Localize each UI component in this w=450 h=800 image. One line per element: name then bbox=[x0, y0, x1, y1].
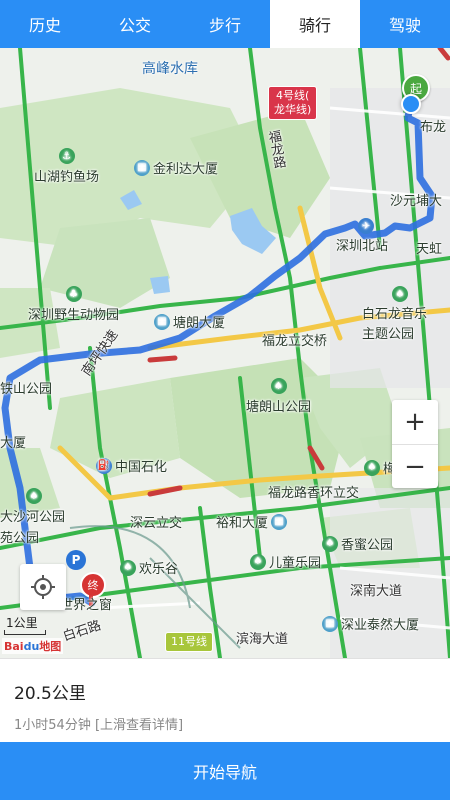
fishing-icon: ⚓ bbox=[58, 148, 75, 164]
train-station-icon: ✈ bbox=[358, 218, 374, 234]
poi-shenzhen-north: ✈ 深圳北站 bbox=[336, 218, 388, 254]
label-window-world: 世界之窗 bbox=[60, 598, 113, 613]
start-navigation-button[interactable]: 开始导航 bbox=[0, 742, 450, 800]
parking-icon: P bbox=[66, 550, 86, 570]
mode-tabbar: 历史 公交 步行 骑行 驾驶 bbox=[0, 0, 450, 48]
app-root: 历史 公交 步行 骑行 驾驶 起 终 P 4号线(龙华线) 11号线 高峰水库… bbox=[0, 0, 450, 800]
tab-bus[interactable]: 公交 bbox=[90, 0, 180, 48]
poi-sinopec: ⛽ 中国石化 bbox=[96, 456, 167, 475]
park-icon: ♠ bbox=[322, 535, 338, 552]
poi-fishing: ⚓ 山湖钓鱼场 bbox=[34, 148, 99, 185]
building-icon: ▦ bbox=[271, 513, 288, 530]
poi-tanglang-building: ▦ 塘朗大厦 bbox=[154, 312, 225, 331]
tab-drive[interactable]: 驾驶 bbox=[360, 0, 450, 48]
metro-line-4-badge: 4号线( 龙华线) bbox=[268, 86, 318, 120]
label-reservoir: 高峰水库 bbox=[142, 61, 198, 77]
zoom-in-button[interactable]: + bbox=[392, 400, 438, 444]
poi-happy-valley: ♠ 欢乐谷 bbox=[120, 558, 178, 577]
park-icon: ♠ bbox=[364, 459, 380, 476]
poi-yuhe-building: 裕和大厦 ▦ bbox=[216, 512, 288, 531]
label-binhai-avenue: 滨海大道 bbox=[236, 632, 289, 647]
baidu-map-logo: Baidu地图 bbox=[2, 638, 64, 654]
label-shayuanpu: 沙元埔大 bbox=[390, 194, 443, 209]
building-icon: ▦ bbox=[322, 615, 338, 632]
metro-line-11-badge: 11号线 bbox=[165, 632, 213, 652]
crosshair-icon bbox=[31, 575, 55, 599]
gas-station-icon: ⛽ bbox=[96, 457, 112, 474]
label-shenyun-interchange: 深云立交 bbox=[130, 516, 183, 531]
poi-jinlida: ▦ 金利达大厦 bbox=[134, 158, 218, 177]
label-shennan-avenue: 深南大道 bbox=[350, 584, 403, 599]
zoo-icon: ♣ bbox=[65, 286, 82, 302]
locate-me-button[interactable] bbox=[20, 564, 66, 610]
label-tieshan-park: 铁山公园 bbox=[0, 382, 53, 397]
park-icon: ♠ bbox=[250, 553, 266, 570]
map-scale-bar bbox=[4, 630, 46, 635]
end-marker-label: 终 bbox=[87, 579, 99, 592]
park-icon: ♠ bbox=[26, 488, 42, 504]
poi-children-park: ♠ 儿童乐园 bbox=[250, 552, 321, 571]
park-icon: ♠ bbox=[120, 559, 136, 576]
map-scale-label: 1公里 bbox=[6, 616, 38, 630]
label-tianhong: 天虹 bbox=[416, 242, 443, 257]
park-icon: ♠ bbox=[392, 286, 408, 302]
poi-dashahe-park: ♠ 大沙河公园 苑公园 bbox=[0, 488, 65, 546]
poi-shenye-building: ▦ 深业泰然大厦 bbox=[322, 614, 419, 633]
route-distance: 20.5公里 bbox=[14, 684, 86, 704]
building-icon: ▦ bbox=[134, 159, 150, 176]
label-bulong: 布龙 bbox=[420, 120, 447, 135]
poi-baishilong: ♠ 白石龙音乐 主题公园 bbox=[362, 286, 427, 342]
park-icon: ♠ bbox=[270, 378, 287, 394]
poi-zoo: ♣ 深圳野生动物园 bbox=[28, 286, 119, 323]
label-fulong-xianghuan: 福龙路香环立交 bbox=[268, 486, 360, 501]
tab-walk[interactable]: 步行 bbox=[180, 0, 270, 48]
label-dasha-building: 大厦 bbox=[0, 436, 27, 451]
poi-tanglang-park: ♠ 塘朗山公园 bbox=[246, 378, 311, 415]
route-summary-panel[interactable]: 20.5公里 1小时54分钟 [上滑查看详情] bbox=[0, 658, 450, 742]
building-icon: ▦ bbox=[154, 313, 170, 330]
zoom-out-button[interactable]: − bbox=[392, 444, 438, 489]
map-view[interactable]: 起 终 P 4号线( 龙华线) 11号线 高峰水库 ⚓ 山湖钓鱼场 ▦ 金利达大… bbox=[0, 48, 450, 658]
route-duration: 1小时54分钟 [上滑查看详情] bbox=[14, 718, 184, 733]
tab-bike[interactable]: 骑行 bbox=[270, 0, 360, 48]
label-fulong-interchange: 福龙立交桥 bbox=[262, 334, 328, 349]
tab-history[interactable]: 历史 bbox=[0, 0, 90, 48]
zoom-controls: + − bbox=[392, 400, 438, 488]
poi-xiangmi-park: ♠ 香蜜公园 bbox=[322, 534, 393, 553]
current-location-icon bbox=[401, 94, 421, 114]
